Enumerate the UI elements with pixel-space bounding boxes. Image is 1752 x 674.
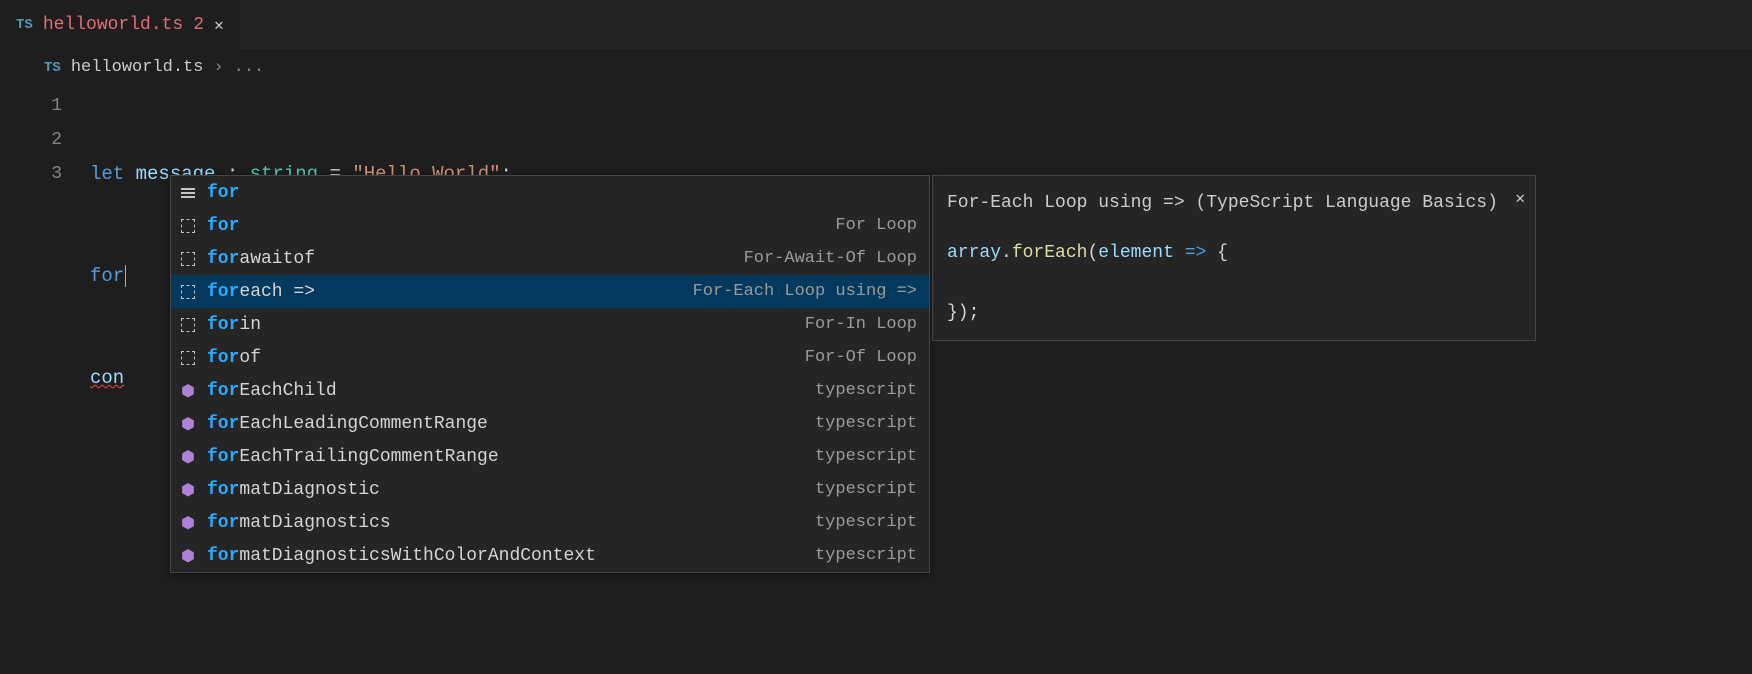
suggestion-description: For Loop (835, 216, 917, 235)
suggestion-description: typescript (815, 480, 917, 499)
suggestion-label: formatDiagnosticsWithColorAndContext (207, 546, 805, 566)
snippet-icon (179, 219, 197, 233)
snippet-icon (179, 351, 197, 365)
suggestion-description: typescript (815, 513, 917, 532)
suggestion-label: forof (207, 348, 795, 368)
suggestion-list[interactable]: for for For Loop forawaitof For-Await-Of Loo… (170, 175, 930, 573)
suggestion-label: forawaitof (207, 249, 734, 269)
suggestion-item[interactable]: ⬢ forEachChild typescript (171, 374, 929, 407)
line-number: 3 (0, 157, 62, 191)
suggestion-description: For-Await-Of Loop (744, 249, 917, 268)
suggestion-item[interactable]: ⬢ formatDiagnosticsWithColorAndContext typ… (171, 539, 929, 572)
method-icon: ⬢ (179, 381, 197, 401)
breadcrumb[interactable]: TS helloworld.ts › ... (0, 50, 1752, 85)
typescript-icon: TS (16, 17, 33, 33)
suggestion-details-title: For-Each Loop using => (TypeScript Langu… (947, 188, 1521, 218)
suggestion-details-code-end: }); (947, 298, 1521, 328)
suggestion-item[interactable]: forof For-Of Loop (171, 341, 929, 374)
suggestion-label: for (207, 216, 825, 236)
snippet-icon (179, 285, 197, 299)
suggestion-item[interactable]: foreach => For-Each Loop using => (171, 275, 929, 308)
suggestion-label: forin (207, 315, 795, 335)
suggestion-label: forEachChild (207, 381, 805, 401)
suggestion-label: forEachLeadingCommentRange (207, 414, 805, 434)
breadcrumb-dots: ... (234, 58, 265, 77)
suggestion-details-code: array.forEach(element => { (947, 238, 1521, 268)
close-icon[interactable]: ✕ (1515, 184, 1525, 214)
suggestion-label: forEachTrailingCommentRange (207, 447, 805, 467)
method-icon: ⬢ (179, 480, 197, 500)
cursor (125, 265, 126, 287)
method-icon: ⬢ (179, 513, 197, 533)
suggestion-label: for (207, 183, 917, 203)
suggestion-description: typescript (815, 414, 917, 433)
line-number-gutter: 1 2 3 (0, 89, 90, 463)
close-icon[interactable]: ✕ (214, 15, 224, 35)
suggestion-label: formatDiagnostic (207, 480, 805, 500)
suggestion-details: ✕ For-Each Loop using => (TypeScript Lan… (932, 175, 1536, 341)
suggestion-item[interactable]: ⬢ formatDiagnostics typescript (171, 506, 929, 539)
method-icon: ⬢ (179, 447, 197, 467)
keyword-icon (179, 188, 197, 198)
suggestion-description: For-Each Loop using => (693, 282, 917, 301)
snippet-icon (179, 252, 197, 266)
suggestion-item[interactable]: for (171, 176, 929, 209)
suggestion-item[interactable]: ⬢ forEachTrailingCommentRange typescript (171, 440, 929, 473)
suggestion-item[interactable]: ⬢ forEachLeadingCommentRange typescript (171, 407, 929, 440)
suggestion-item[interactable]: forawaitof For-Await-Of Loop (171, 242, 929, 275)
suggestion-label: formatDiagnostics (207, 513, 805, 533)
suggestion-description: typescript (815, 447, 917, 466)
tab-active[interactable]: TS helloworld.ts 2 ✕ (0, 0, 240, 49)
suggestion-description: For-In Loop (805, 315, 917, 334)
suggestion-description: typescript (815, 546, 917, 565)
suggestion-description: For-Of Loop (805, 348, 917, 367)
suggestion-label: foreach => (207, 282, 683, 302)
suggestion-item[interactable]: for For Loop (171, 209, 929, 242)
line-number: 2 (0, 123, 62, 157)
suggestion-item[interactable]: ⬢ formatDiagnostic typescript (171, 473, 929, 506)
chevron-right-icon: › (213, 58, 223, 77)
breadcrumb-filename: helloworld.ts (71, 58, 204, 77)
snippet-icon (179, 318, 197, 332)
method-icon: ⬢ (179, 546, 197, 566)
method-icon: ⬢ (179, 414, 197, 434)
typescript-icon: TS (44, 60, 61, 76)
tab-bar: TS helloworld.ts 2 ✕ (0, 0, 1752, 50)
tab-modified-badge: 2 (193, 15, 204, 35)
tab-filename: helloworld.ts (43, 15, 183, 35)
line-number: 1 (0, 89, 62, 123)
suggestion-description: typescript (815, 381, 917, 400)
suggestion-item[interactable]: forin For-In Loop (171, 308, 929, 341)
